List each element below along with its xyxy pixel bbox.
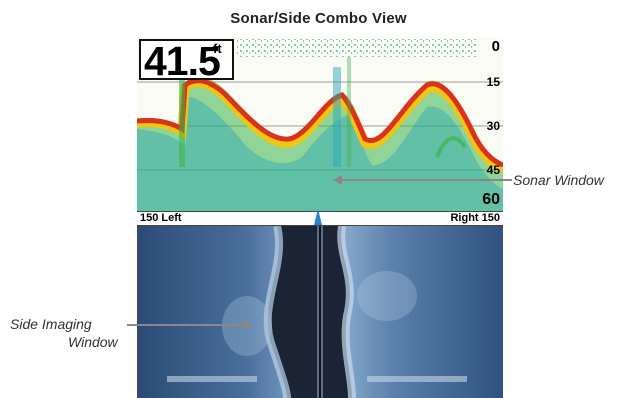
fishfinder-screen: 41.5 ft 0 15 30 45 60 150 Left Right 150 bbox=[137, 37, 503, 398]
side-imaging-arrow-icon bbox=[243, 320, 252, 330]
depth-readout: 41.5 ft bbox=[139, 38, 234, 84]
sonar-window-leader-line bbox=[340, 179, 512, 181]
side-imaging-callout-line1: Side Imaging bbox=[10, 316, 92, 332]
range-left-label: 150 Left bbox=[140, 212, 182, 224]
sonar-window: 41.5 ft 0 15 30 45 60 bbox=[137, 37, 503, 211]
depth-scale-60: 60 bbox=[482, 191, 500, 208]
sonar-window-arrow-icon bbox=[333, 175, 342, 185]
depth-scale-45: 45 bbox=[486, 163, 500, 177]
side-imaging-leader-line bbox=[127, 324, 244, 326]
page-title: Sonar/Side Combo View bbox=[230, 10, 407, 27]
side-imaging-callout-line2: Window bbox=[68, 334, 118, 350]
depth-value: 41.5 bbox=[144, 38, 221, 84]
depth-scale-15: 15 bbox=[486, 75, 500, 89]
depth-scale-0: 0 bbox=[491, 38, 500, 55]
boat-position-marker-icon bbox=[314, 209, 322, 225]
sonar-window-callout: Sonar Window bbox=[513, 172, 604, 188]
depth-unit: ft bbox=[213, 41, 222, 56]
side-imaging-window bbox=[137, 226, 503, 398]
range-right-label: Right 150 bbox=[450, 212, 500, 224]
side-imaging-returns bbox=[137, 226, 503, 398]
depth-scale-30: 30 bbox=[486, 119, 500, 133]
